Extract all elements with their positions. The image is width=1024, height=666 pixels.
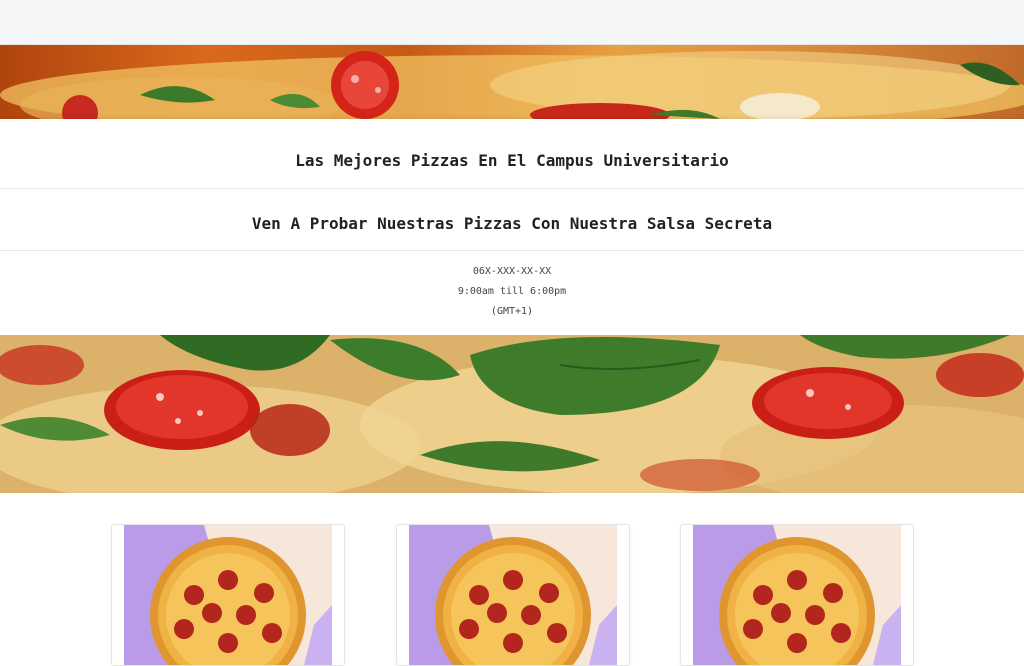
opening-hours: 9:00am till 6:00pm [457, 286, 567, 297]
contact-info: 06X-XXX-XX-XX 9:00am till 6:00pm (GMT+1) [0, 262, 1024, 322]
top-navbar [0, 0, 1024, 45]
hero-headline: Las Mejores Pizzas En El Campus Universi… [0, 119, 1024, 189]
hero-info-panel: Las Mejores Pizzas En El Campus Universi… [0, 119, 1024, 335]
product-cards [0, 493, 1024, 666]
pizza-banner-bottom [0, 335, 1024, 493]
pepperoni-pizza-image[interactable] [409, 525, 617, 665]
hero-subheadline: Ven A Probar Nuestras Pizzas Con Nuestra… [0, 189, 1024, 251]
pizza-banner-top [0, 45, 1024, 119]
product-card[interactable] [396, 524, 630, 666]
pepperoni-pizza-image[interactable] [693, 525, 901, 665]
timezone: (GMT+1) [490, 306, 534, 317]
pepperoni-pizza-image[interactable] [124, 525, 332, 665]
phone-number: 06X-XXX-XX-XX [472, 266, 552, 277]
product-card[interactable] [680, 524, 914, 666]
product-card[interactable] [111, 524, 345, 666]
